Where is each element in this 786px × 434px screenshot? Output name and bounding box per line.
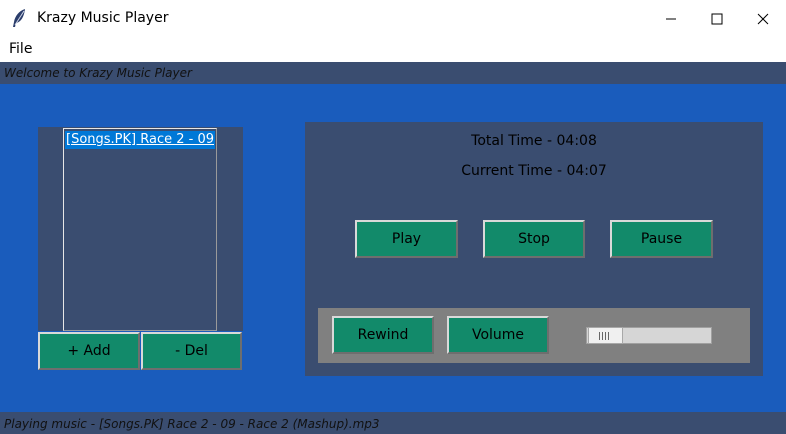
feather-icon [10,8,28,28]
welcome-text: Welcome to Krazy Music Player [4,66,192,80]
volume-slider-thumb[interactable] [588,327,623,344]
total-time-label: Total Time - 04:08 [471,133,597,149]
minimize-button[interactable] [648,0,694,37]
close-button[interactable] [740,0,786,37]
rewind-button[interactable]: Rewind [332,316,434,354]
menu-file[interactable]: File [9,41,32,57]
menu-bar: File [0,37,786,62]
welcome-status-bar: Welcome to Krazy Music Player [0,62,786,84]
stop-button[interactable]: Stop [483,220,585,258]
add-button[interactable]: + Add [38,332,140,370]
window-title: Krazy Music Player [37,10,169,26]
play-button[interactable]: Play [355,220,458,258]
title-bar: Krazy Music Player [0,0,786,37]
playing-text: Playing music - [Songs.PK] Race 2 - 09 -… [4,417,380,431]
playing-status-bar: Playing music - [Songs.PK] Race 2 - 09 -… [0,412,786,434]
current-time-label: Current Time - 04:07 [461,163,607,179]
playlist-item-selected[interactable]: [Songs.PK] Race 2 - 09 [65,131,215,149]
close-icon [757,13,769,24]
minimize-icon [666,18,676,19]
maximize-icon [711,13,723,24]
maximize-button[interactable] [694,0,740,37]
volume-button[interactable]: Volume [447,316,549,354]
playlist-listbox[interactable]: [Songs.PK] Race 2 - 09 [63,128,217,331]
delete-button[interactable]: - Del [141,332,242,370]
pause-button[interactable]: Pause [610,220,713,258]
